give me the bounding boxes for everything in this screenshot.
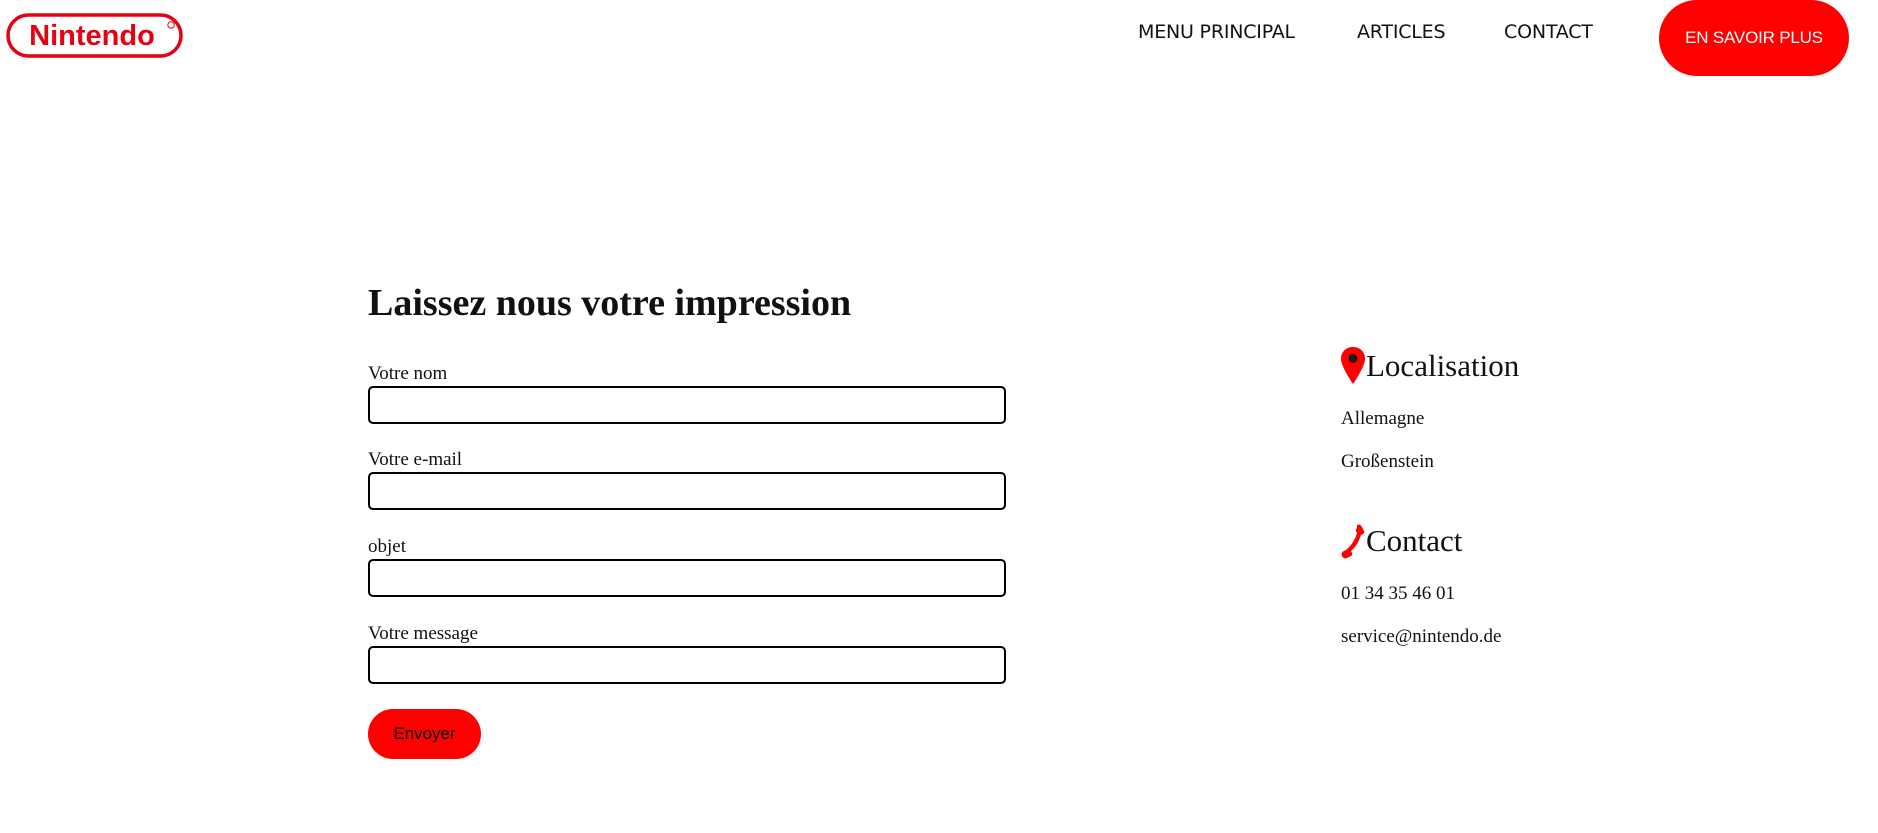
- en-savoir-plus-button[interactable]: EN SAVOIR PLUS: [1659, 0, 1849, 76]
- name-label: Votre nom: [368, 363, 448, 384]
- email-label: Votre e-mail: [368, 449, 463, 470]
- phone-icon: [1340, 521, 1366, 561]
- map-pin-icon: [1340, 346, 1366, 386]
- contact-heading-text: Contact: [1366, 523, 1463, 558]
- location-city: Großenstein: [1341, 451, 1434, 472]
- contact-email[interactable]: service@nintendo.de: [1341, 626, 1501, 648]
- form-title: Laissez nous votre impression: [368, 282, 852, 324]
- location-heading: Localisation: [1340, 346, 1519, 386]
- contact-heading: Contact: [1340, 521, 1462, 561]
- contact-phone: 01 34 35 46 01: [1341, 583, 1455, 604]
- location-heading-text: Localisation: [1366, 348, 1520, 383]
- nav-contact[interactable]: CONTACT: [1504, 21, 1593, 43]
- page: Nintendo MENU PRINCIPAL ARTICLES CONTACT…: [0, 0, 1878, 833]
- nav-menu-principal[interactable]: MENU PRINCIPAL: [1138, 21, 1295, 43]
- nintendo-logo[interactable]: Nintendo: [6, 13, 183, 58]
- message-label: Votre message: [368, 623, 478, 644]
- name-input[interactable]: [368, 386, 1006, 424]
- location-country: Allemagne: [1341, 408, 1425, 429]
- message-input[interactable]: [368, 646, 1006, 684]
- subject-label: objet: [368, 536, 406, 557]
- subject-input[interactable]: [368, 559, 1006, 597]
- email-input[interactable]: [368, 472, 1006, 510]
- nav-articles[interactable]: ARTICLES: [1357, 21, 1446, 43]
- envoyer-button[interactable]: Envoyer: [368, 709, 481, 759]
- logo-text: Nintendo: [29, 20, 155, 52]
